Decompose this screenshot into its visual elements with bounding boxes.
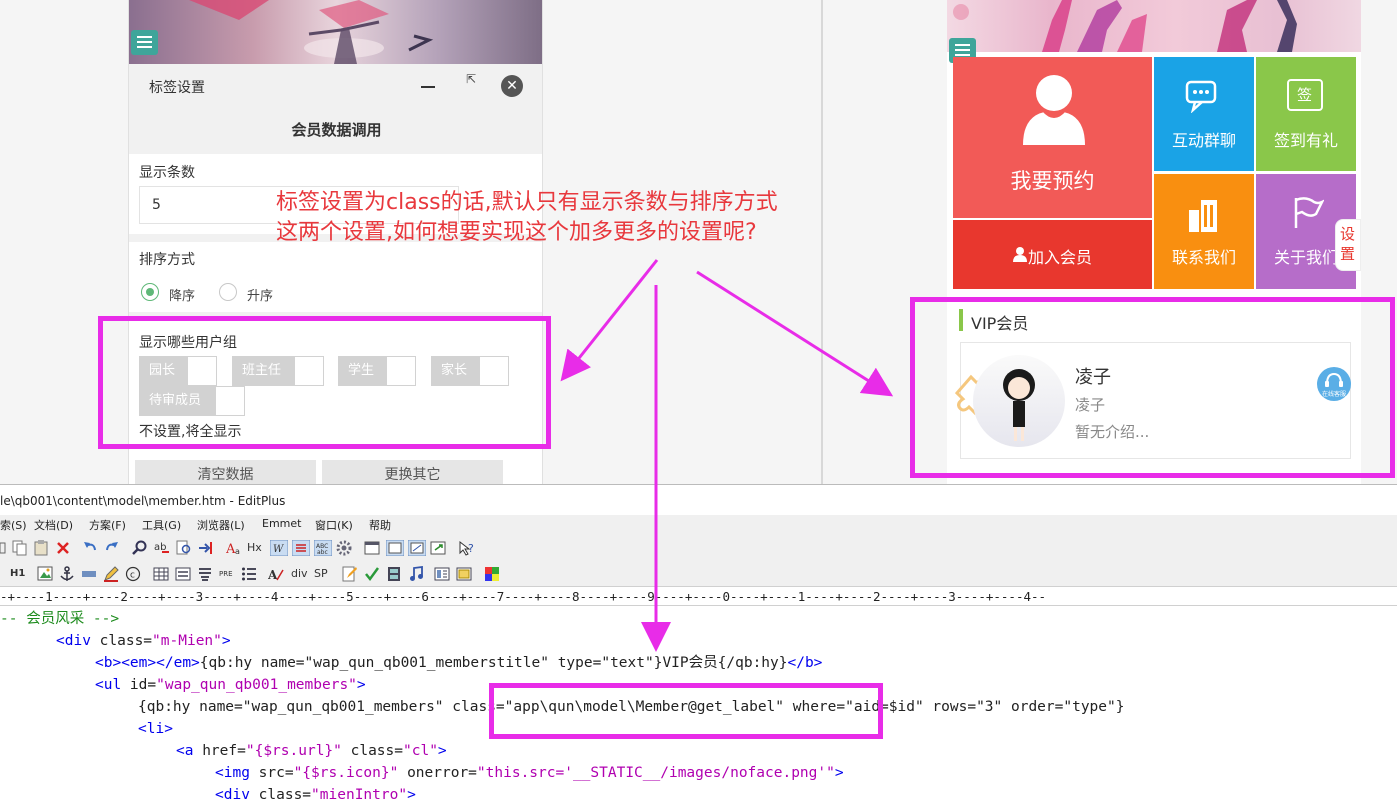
arrow-to-vip [696, 270, 894, 397]
annotation-arrows [560, 259, 894, 652]
arrow-to-groups [560, 259, 659, 382]
